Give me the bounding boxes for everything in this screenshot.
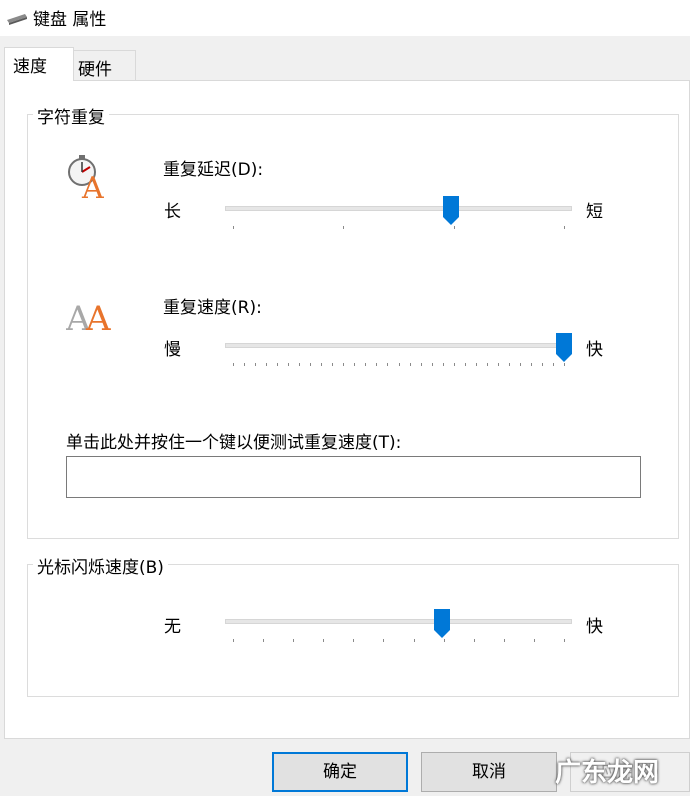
cursor-blink-min-label: 无 bbox=[164, 617, 181, 637]
stopwatch-letter-icon: A bbox=[66, 154, 114, 206]
slider-tick bbox=[553, 363, 554, 366]
slider-tick bbox=[255, 363, 256, 366]
cursor-blink-group-label: 光标闪烁速度(B) bbox=[33, 553, 168, 578]
slider-tick bbox=[498, 363, 499, 366]
slider-tick bbox=[443, 363, 444, 366]
repeat-rate-min-label: 慢 bbox=[164, 340, 181, 360]
repeat-rate-max-label: 快 bbox=[586, 340, 603, 360]
slider-track[interactable] bbox=[225, 619, 572, 624]
slider-tick bbox=[520, 363, 521, 366]
char-repeat-group-label: 字符重复 bbox=[33, 103, 109, 128]
slider-tick bbox=[454, 363, 455, 366]
tab-speed[interactable]: 速度 bbox=[4, 47, 74, 81]
slider-tick bbox=[233, 363, 234, 366]
svg-text:A: A bbox=[81, 171, 104, 200]
slider-tick bbox=[421, 363, 422, 366]
slider-thumb[interactable] bbox=[556, 333, 572, 363]
repeat-delay-label: 重复延迟(D): bbox=[163, 160, 264, 180]
slider-tick bbox=[365, 363, 366, 366]
slider-tick bbox=[343, 363, 344, 366]
slider-tick bbox=[487, 363, 488, 366]
slider-tick bbox=[288, 363, 289, 366]
double-letter-icon: A A bbox=[65, 296, 116, 341]
slider-tick bbox=[504, 639, 505, 642]
cursor-blink-max-label: 快 bbox=[586, 617, 603, 637]
watermark-logo: 广东龙网 bbox=[555, 758, 660, 788]
slider-tick bbox=[531, 363, 532, 366]
slider-tick bbox=[266, 363, 267, 366]
svg-text:A: A bbox=[85, 299, 111, 336]
slider-thumb[interactable] bbox=[434, 609, 450, 639]
slider-tick bbox=[444, 639, 445, 642]
cancel-button[interactable]: 取消 bbox=[421, 752, 557, 792]
slider-tick bbox=[332, 363, 333, 366]
slider-tick bbox=[399, 363, 400, 366]
slider-track[interactable] bbox=[225, 206, 572, 211]
slider-tick bbox=[454, 226, 455, 229]
slider-tick bbox=[564, 363, 565, 366]
slider-tick bbox=[542, 363, 543, 366]
slider-track[interactable] bbox=[225, 343, 572, 348]
slider-thumb[interactable] bbox=[443, 196, 459, 226]
slider-tick bbox=[263, 639, 264, 642]
slider-tick bbox=[509, 363, 510, 366]
slider-tick bbox=[564, 226, 565, 229]
window-title: 键盘 属性 bbox=[33, 10, 107, 30]
slider-tick bbox=[233, 639, 234, 642]
slider-tick bbox=[299, 363, 300, 366]
slider-tick bbox=[564, 639, 565, 642]
keyboard-icon bbox=[6, 10, 28, 30]
slider-tick bbox=[343, 226, 344, 229]
slider-tick bbox=[293, 639, 294, 642]
slider-tick bbox=[432, 363, 433, 366]
repeat-delay-min-label: 长 bbox=[164, 202, 181, 222]
slider-tick bbox=[534, 639, 535, 642]
slider-tick bbox=[474, 639, 475, 642]
slider-tick bbox=[465, 363, 466, 366]
slider-tick bbox=[353, 639, 354, 642]
slider-tick bbox=[244, 363, 245, 366]
slider-tick bbox=[383, 639, 384, 642]
slider-tick bbox=[321, 363, 322, 366]
repeat-delay-max-label: 短 bbox=[586, 202, 603, 222]
title-bar: 键盘 属性 bbox=[0, 0, 690, 36]
repeat-rate-label: 重复速度(R): bbox=[163, 298, 262, 318]
repeat-test-label: 单击此处并按住一个键以便测试重复速度(T): bbox=[66, 433, 402, 453]
ok-button[interactable]: 确定 bbox=[272, 752, 408, 792]
slider-tick bbox=[376, 363, 377, 366]
slider-tick bbox=[476, 363, 477, 366]
repeat-test-input[interactable] bbox=[66, 456, 641, 498]
slider-tick bbox=[277, 363, 278, 366]
slider-tick bbox=[387, 363, 388, 366]
tab-hardware[interactable]: 硬件 bbox=[74, 50, 136, 80]
slider-tick bbox=[410, 363, 411, 366]
slider-tick bbox=[233, 226, 234, 229]
cursor-blink-group bbox=[27, 564, 679, 697]
slider-tick bbox=[354, 363, 355, 366]
slider-tick bbox=[310, 363, 311, 366]
slider-tick bbox=[323, 639, 324, 642]
slider-tick bbox=[414, 639, 415, 642]
